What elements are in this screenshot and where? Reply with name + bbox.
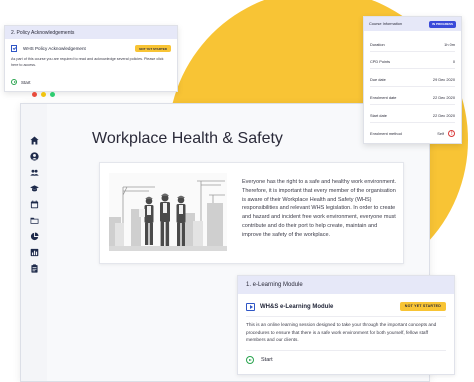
module-title[interactable]: WH&S e-Learning Module xyxy=(260,304,333,310)
policy-section-header: 2. Policy Acknowledgements xyxy=(5,26,177,39)
maximize-dot[interactable] xyxy=(50,92,55,97)
info-label: Start date xyxy=(370,113,387,118)
divider xyxy=(370,68,455,69)
info-value: 0 xyxy=(452,59,455,64)
info-row-enrolment-method: Enrolment method Self xyxy=(370,129,455,138)
info-value-group: Self xyxy=(437,130,455,137)
info-label: Enrolment method xyxy=(370,131,402,136)
main-content: Workplace Health & Safety Everyone has t… xyxy=(47,104,455,381)
policy-title[interactable]: WHS Policy Acknowledgement xyxy=(23,46,86,51)
elearning-module-card: 1. e-Learning Module WH&S e-Learning Mod… xyxy=(237,275,455,375)
divider xyxy=(370,51,455,52)
info-value: 29 Dec 2020 xyxy=(432,77,455,82)
info-value: 1h 0m xyxy=(444,42,455,47)
info-row-enrolment-date: Enrolment date 22 Dec 2020 xyxy=(370,93,455,102)
info-row-due-date: Due date 29 Dec 2020 xyxy=(370,75,455,84)
sidebar-nav xyxy=(21,126,47,381)
info-label: Duration xyxy=(370,42,385,47)
close-dot[interactable] xyxy=(32,92,37,97)
module-section-header: 1. e-Learning Module xyxy=(238,276,454,294)
info-row-duration: Duration 1h 0m xyxy=(370,40,455,49)
video-play-icon xyxy=(246,303,255,311)
start-label: Start xyxy=(21,79,31,85)
app-window: Workplace Health & Safety Everyone has t… xyxy=(20,103,455,382)
info-row-start-date: Start date 22 Dec 2020 xyxy=(370,111,455,120)
info-value: Self xyxy=(437,131,444,136)
user-icon[interactable] xyxy=(27,151,41,162)
page-title: Workplace Health & Safety xyxy=(92,130,283,147)
folder-icon[interactable] xyxy=(27,215,41,226)
divider xyxy=(370,86,455,87)
module-start-button[interactable]: Start xyxy=(246,356,273,364)
divider xyxy=(246,316,446,317)
clipboard-icon[interactable] xyxy=(27,263,41,274)
pie-chart-icon[interactable] xyxy=(27,231,41,242)
start-label: Start xyxy=(261,357,273,363)
users-icon[interactable] xyxy=(27,167,41,178)
policy-description[interactable]: As part of this course you are required … xyxy=(11,57,171,68)
policy-start-button[interactable]: Start xyxy=(11,79,31,85)
policy-acknowledgements-card: 2. Policy Acknowledgements WHS Policy Ac… xyxy=(4,25,178,92)
play-circle-icon xyxy=(246,356,254,364)
info-value: 22 Dec 2020 xyxy=(432,113,455,118)
info-label: Enrolment date xyxy=(370,95,397,100)
graduation-cap-icon[interactable] xyxy=(27,183,41,194)
home-icon[interactable] xyxy=(27,135,41,146)
policy-item[interactable]: WHS Policy Acknowledgement NOT YET START… xyxy=(11,43,171,53)
status-badge: NOT YET STARTED xyxy=(135,45,171,52)
course-info-header: Course Information IN PROGRESS xyxy=(364,17,461,31)
window-controls xyxy=(32,92,55,97)
course-description: Everyone has the right to a safe and hea… xyxy=(242,179,397,238)
calendar-icon[interactable] xyxy=(27,199,41,210)
info-label: CPD Points xyxy=(370,59,391,64)
document-check-icon xyxy=(11,44,17,52)
info-value: 22 Dec 2020 xyxy=(432,95,455,100)
bar-chart-icon[interactable] xyxy=(27,247,41,258)
alert-icon[interactable] xyxy=(448,130,455,137)
info-label: Due date xyxy=(370,77,386,82)
course-info-title: Course Information xyxy=(369,21,403,26)
divider xyxy=(370,122,455,123)
status-badge: NOT YET STARTED xyxy=(399,302,446,311)
module-description: This is an online learning session desig… xyxy=(246,322,437,343)
play-circle-icon xyxy=(11,79,17,85)
module-item[interactable]: WH&S e-Learning Module NOT YET STARTED xyxy=(246,301,446,313)
course-overview-card: Everyone has the right to a safe and hea… xyxy=(99,162,404,264)
divider xyxy=(246,350,446,351)
progress-status-badge: IN PROGRESS xyxy=(429,20,456,28)
course-information-card: Course Information IN PROGRESS Duration … xyxy=(363,16,462,144)
construction-workers-illustration xyxy=(109,173,227,251)
minimize-dot[interactable] xyxy=(41,92,46,97)
info-row-cpd: CPD Points 0 xyxy=(370,57,455,66)
divider xyxy=(370,104,455,105)
